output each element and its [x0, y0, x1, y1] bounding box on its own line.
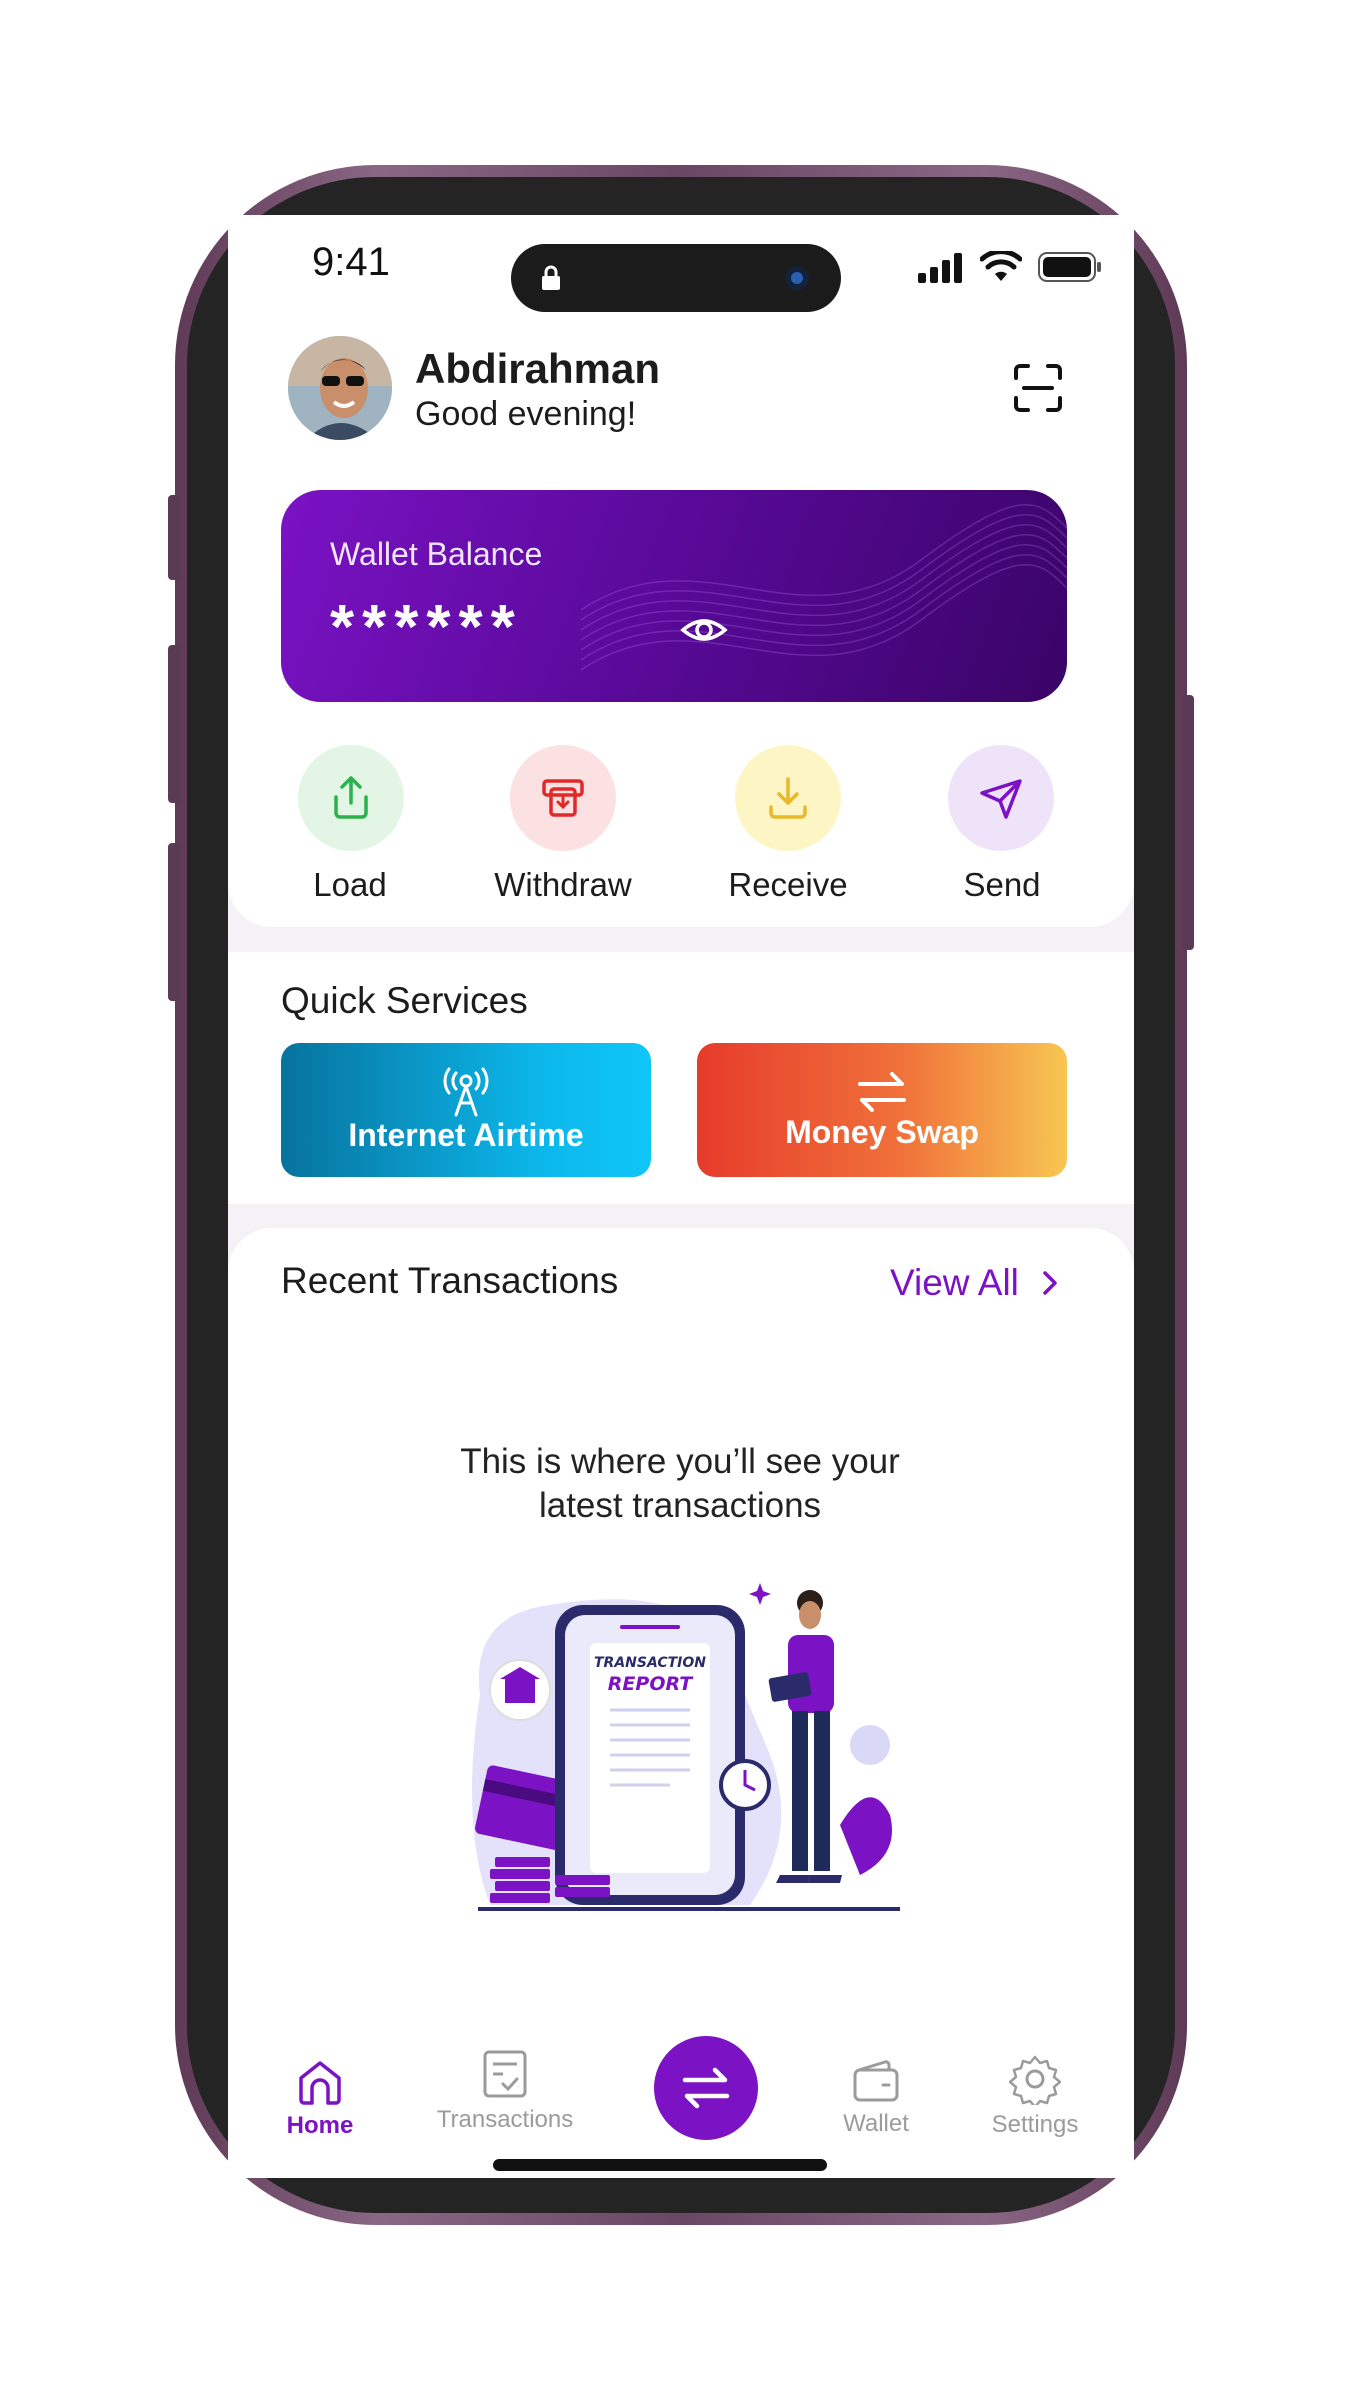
- empty-state-text: This is where you’ll see your latest tra…: [390, 1440, 970, 1528]
- swap-fab-button[interactable]: [654, 2036, 758, 2140]
- load-label: Load: [313, 866, 387, 903]
- send-button[interactable]: [948, 745, 1054, 851]
- transactions-icon: [483, 2050, 527, 2098]
- camera-icon: [785, 266, 809, 290]
- wifi-icon: [980, 251, 1022, 281]
- nav-home[interactable]: Home: [240, 2058, 400, 2140]
- scan-qr-icon[interactable]: [1012, 362, 1064, 414]
- transaction-report-illustration: TRANSACTION REPORT: [472, 1583, 900, 1911]
- greeting-text: Good evening!: [415, 395, 637, 433]
- status-time: 9:41: [312, 240, 390, 284]
- receive-button[interactable]: [735, 745, 841, 851]
- lock-icon: [542, 265, 560, 290]
- download-icon: [769, 777, 807, 819]
- nav-settings[interactable]: Settings: [955, 2053, 1115, 2139]
- nav-settings-label: Settings: [991, 2111, 1079, 2138]
- withdraw-icon: [542, 779, 584, 817]
- wallet-balance-label: Wallet Balance: [330, 536, 543, 572]
- swap-arrows-icon: [682, 2067, 730, 2109]
- recent-transactions-title: Recent Transactions: [281, 1260, 619, 1301]
- empty-state-line-2: latest transactions: [538, 1486, 822, 1525]
- battery-icon: [1038, 252, 1101, 282]
- dynamic-island: [511, 244, 841, 312]
- empty-state-line-1: This is where you’ll see your: [460, 1442, 900, 1481]
- antenna-icon: [443, 1067, 489, 1116]
- wallet-icon: [853, 2060, 899, 2102]
- mute-switch: [168, 495, 180, 580]
- illustration-subtitle: REPORT: [608, 1673, 694, 1695]
- send-label: Send: [963, 866, 1041, 903]
- nav-transactions[interactable]: Transactions: [425, 2048, 585, 2134]
- user-name: Abdirahman: [415, 345, 661, 392]
- home-indicator: [493, 2159, 827, 2171]
- load-button[interactable]: [298, 745, 404, 851]
- power-button: [1182, 695, 1194, 950]
- upload-icon: [334, 776, 368, 819]
- nav-home-label: Home: [286, 2112, 354, 2139]
- withdraw-label: Withdraw: [494, 866, 632, 903]
- quick-services-title: Quick Services: [281, 980, 528, 1021]
- illustration-title: TRANSACTION: [594, 1655, 706, 1671]
- avatar[interactable]: [288, 336, 392, 440]
- settings-icon: [1009, 2055, 1061, 2105]
- swap-arrows-icon: [858, 1071, 906, 1112]
- nav-wallet[interactable]: Wallet: [796, 2058, 956, 2138]
- eye-icon[interactable]: [680, 606, 728, 654]
- money-swap-label: Money Swap: [785, 1113, 979, 1150]
- internet-airtime-button[interactable]: Internet Airtime: [281, 1043, 651, 1177]
- nav-transactions-label: Transactions: [436, 2106, 574, 2133]
- send-icon: [980, 779, 1022, 819]
- view-all-label: View All: [890, 1262, 1019, 1303]
- signal-icon: [918, 253, 962, 283]
- volume-up-button: [168, 645, 180, 803]
- nav-wallet-label: Wallet: [843, 2110, 909, 2137]
- money-swap-button[interactable]: Money Swap: [697, 1043, 1067, 1177]
- masked-balance: ******: [330, 593, 523, 662]
- receive-label: Receive: [728, 866, 848, 903]
- home-icon: [299, 2061, 341, 2105]
- volume-down-button: [168, 843, 180, 1001]
- chevron-right-icon: [1043, 1271, 1057, 1295]
- view-all-link[interactable]: View All: [890, 1262, 1061, 1304]
- withdraw-button[interactable]: [510, 745, 616, 851]
- internet-airtime-label: Internet Airtime: [348, 1116, 584, 1153]
